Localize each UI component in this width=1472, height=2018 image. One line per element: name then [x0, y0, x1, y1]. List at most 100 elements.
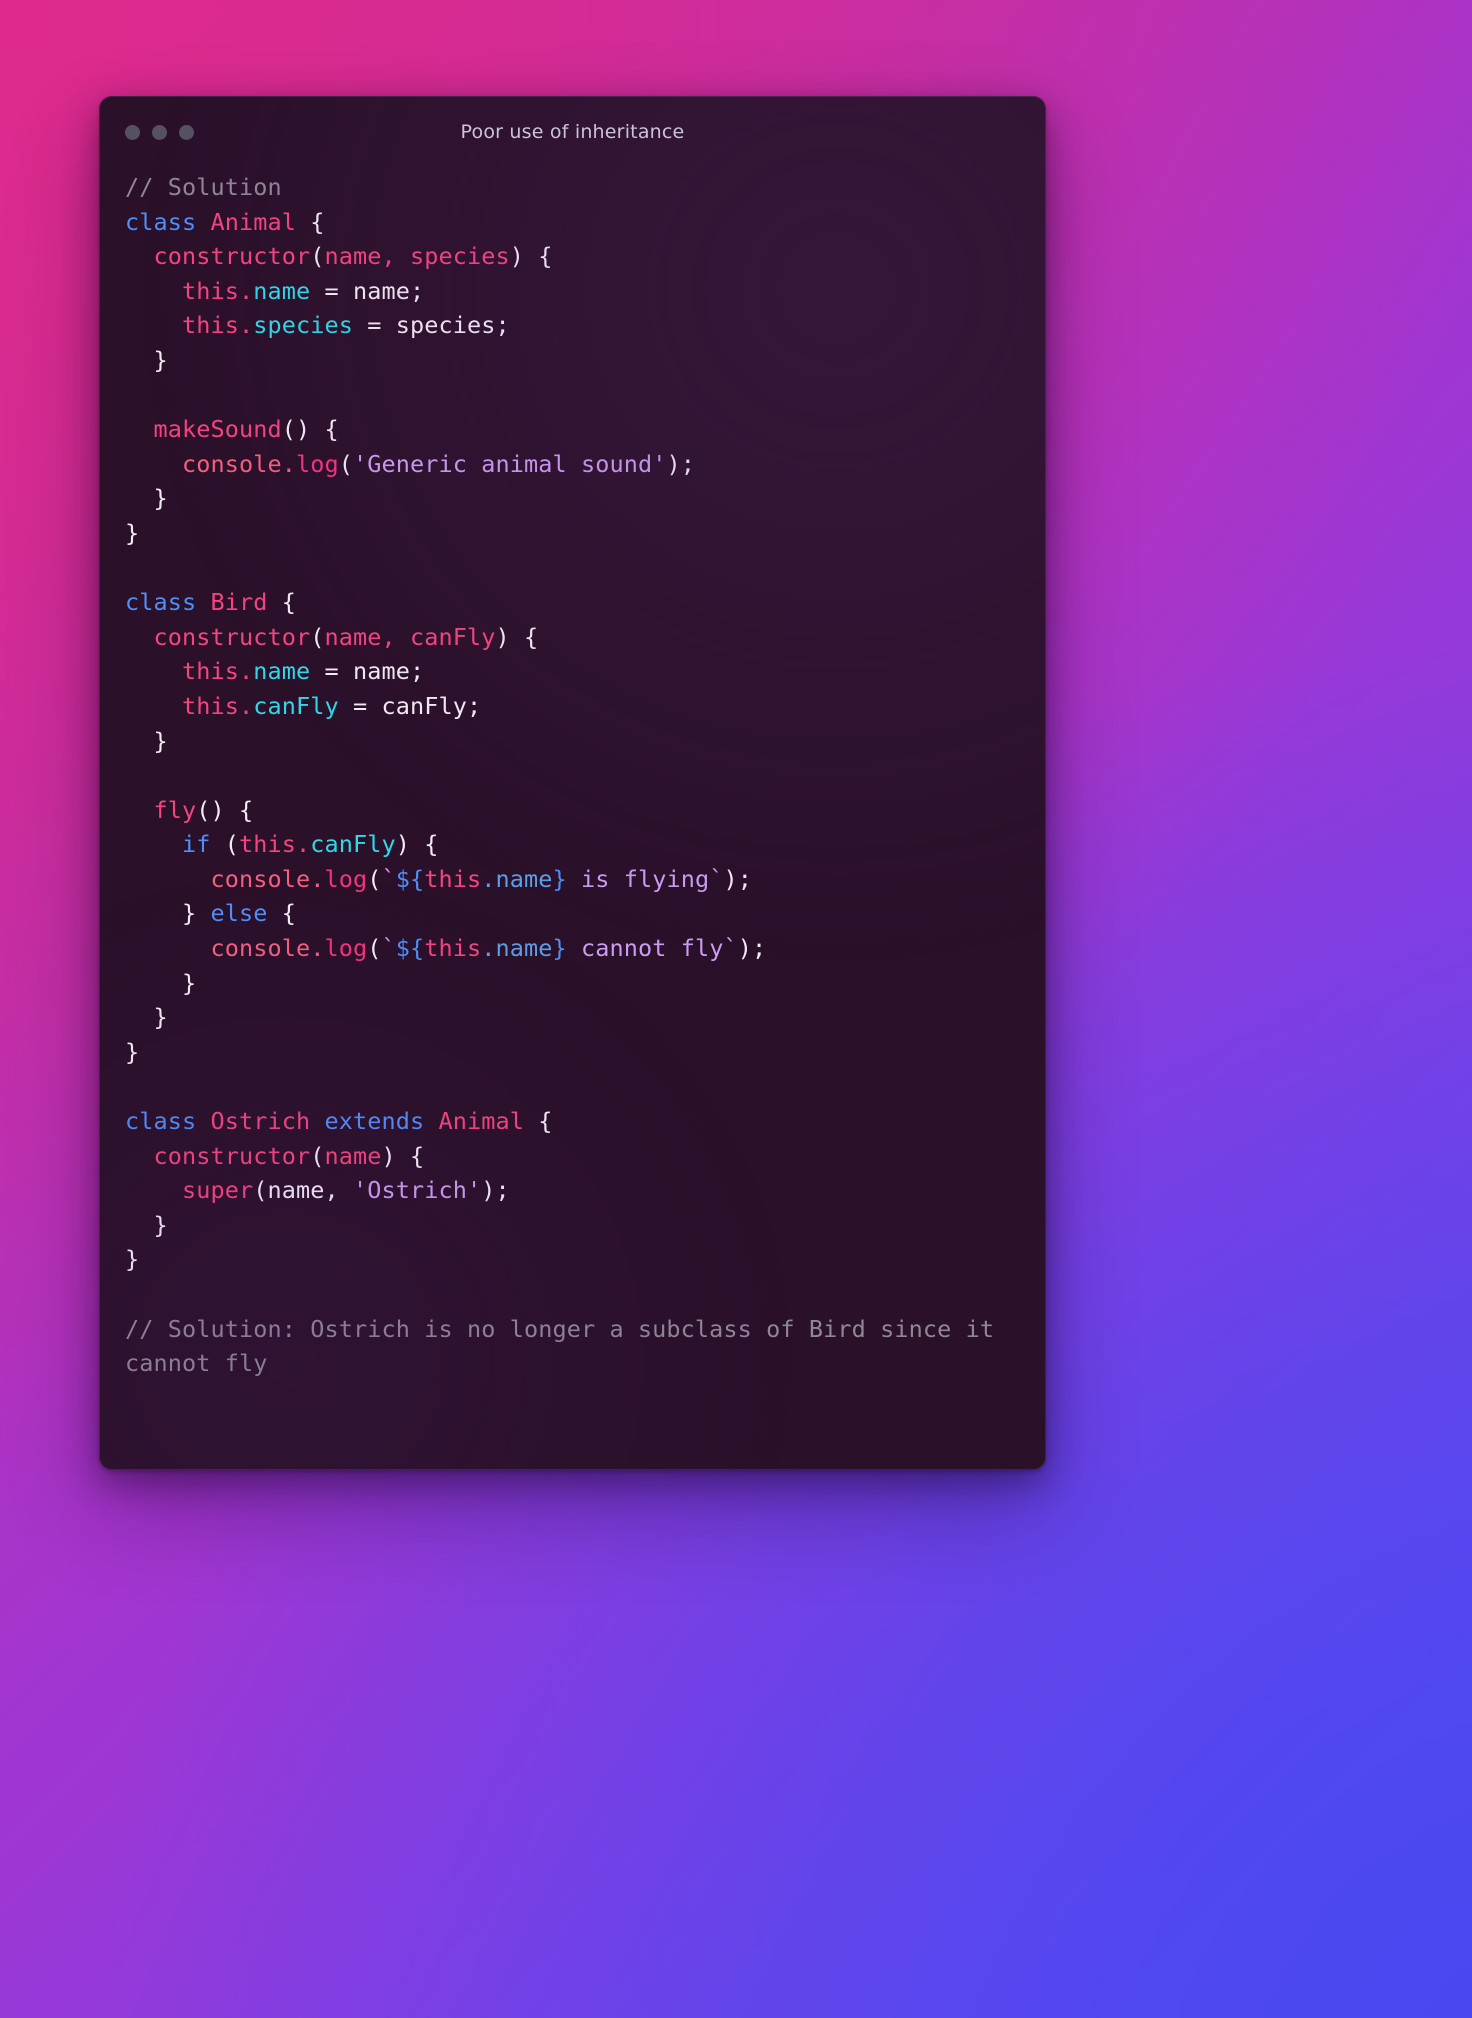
code-token: this [182, 657, 239, 686]
code-token: ) [737, 934, 752, 963]
code-token: ; [737, 864, 752, 893]
code-token: } [125, 484, 168, 513]
code-token: canFly [310, 830, 396, 859]
code-token: ` [381, 934, 396, 963]
code-token: { [538, 1107, 553, 1136]
code-line: console.log(`${this.name} cannot fly`); [125, 931, 1020, 966]
code-token: if [182, 830, 211, 859]
code-token: name [253, 657, 311, 686]
code-line: console.log('Generic animal sound'); [125, 447, 1020, 482]
code-token: // Solution [125, 173, 282, 201]
code-token: console [210, 934, 311, 963]
code-line: console.log(`${this.name} is flying`); [125, 862, 1020, 897]
code-token: this [424, 934, 482, 963]
code-token: ` [723, 934, 738, 963]
code-token: extends [324, 1107, 425, 1136]
code-token: } [552, 934, 567, 963]
code-token: Ostrich [210, 1107, 311, 1136]
code-token: name [253, 276, 311, 305]
code-token: = [310, 657, 353, 686]
code-line: } [125, 481, 1020, 516]
code-line: class Bird { [125, 585, 1020, 620]
code-token: Bird [210, 588, 268, 617]
code-token: constructor [153, 622, 311, 651]
code-line: if (this.canFly) { [125, 827, 1020, 862]
code-token: name [267, 1176, 325, 1205]
code-line: // Solution [125, 170, 1020, 205]
code-token: constructor [153, 1141, 311, 1170]
code-token: ) [481, 1176, 496, 1205]
code-token: name [324, 622, 382, 651]
code-token: fly [153, 795, 197, 824]
code-token: ( [310, 1141, 325, 1170]
code-token: species; [395, 311, 510, 340]
code-line: constructor(name, canFly) { [125, 620, 1020, 655]
code-token: ( [367, 864, 382, 893]
code-token: ) [666, 449, 681, 478]
code-token: ` [381, 864, 396, 893]
code-token: . [310, 864, 325, 893]
code-token: ) [723, 864, 738, 893]
code-token: ${ [395, 864, 425, 893]
code-token: Animal [210, 207, 296, 236]
code-block[interactable]: // Solution class Animal { constructor(na… [99, 170, 1046, 1411]
code-token: { [324, 415, 339, 444]
code-token: . [310, 934, 325, 963]
code-token: makeSound [153, 415, 282, 444]
code-line: } [125, 1208, 1020, 1243]
code-token: } [125, 1037, 140, 1066]
code-token: . [239, 691, 254, 720]
code-token: , [381, 622, 410, 651]
code-line: } [125, 1035, 1020, 1070]
code-token: ) [381, 1141, 396, 1170]
code-token: } [125, 345, 168, 374]
code-token: ( [310, 242, 325, 271]
code-token: . [281, 449, 296, 478]
code-line: this.canFly = canFly; [125, 689, 1020, 724]
code-line: // Solution: Ostrich is no longer a subc… [125, 1312, 1020, 1381]
code-token: name [495, 934, 553, 963]
code-line: this.name = name; [125, 274, 1020, 309]
code-token: ) [395, 830, 410, 859]
code-token: = [310, 276, 353, 305]
code-token: ( [338, 449, 353, 478]
code-token: ) [509, 242, 524, 271]
code-token: name [324, 1141, 382, 1170]
code-line: } [125, 724, 1020, 759]
code-token: class [125, 588, 197, 617]
code-token: } [125, 1245, 140, 1274]
code-token: ( [253, 1176, 268, 1205]
code-token: this [182, 691, 239, 720]
code-token: { [310, 207, 325, 236]
window-title: Poor use of inheritance [460, 121, 685, 143]
code-token: name [324, 242, 382, 271]
code-token: 'Generic animal sound' [353, 449, 667, 478]
code-line: } [125, 516, 1020, 551]
code-token: species [253, 311, 353, 340]
code-line: fly() { [125, 793, 1020, 828]
